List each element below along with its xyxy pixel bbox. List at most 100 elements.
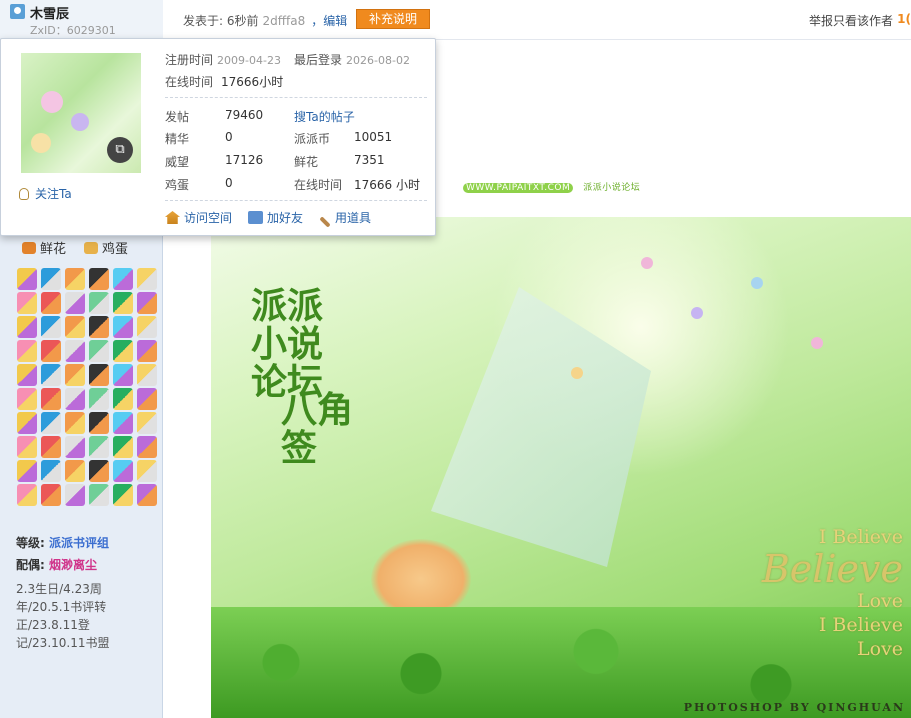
medal-badge-icon[interactable]: [113, 412, 133, 434]
medal-badge-icon[interactable]: [41, 316, 61, 338]
medal-badge-icon[interactable]: [113, 316, 133, 338]
medal-badge-icon[interactable]: [65, 268, 85, 290]
medal-badge-icon[interactable]: [65, 364, 85, 386]
medal-badge-icon[interactable]: [113, 460, 133, 482]
medal-badge-icon[interactable]: [89, 268, 109, 290]
follow-link[interactable]: 关注Ta: [19, 185, 72, 202]
only-author-link[interactable]: 只看该作者: [833, 12, 893, 29]
medal-badge-icon[interactable]: [89, 292, 109, 314]
medal-badge-icon[interactable]: [113, 292, 133, 314]
medal-badge-icon[interactable]: [41, 364, 61, 386]
medal-badge-icon[interactable]: [113, 340, 133, 362]
site-url[interactable]: WWW.PAIPAITXT.COM: [463, 183, 574, 193]
user-avatar[interactable]: ⧉: [21, 53, 141, 173]
tool-icon: [319, 216, 331, 228]
rank-value[interactable]: 派派书评组: [49, 536, 109, 550]
medal-badge-icon[interactable]: [89, 412, 109, 434]
medal-badge-icon[interactable]: [17, 436, 37, 458]
medal-badge-icon[interactable]: [17, 340, 37, 362]
medal-badge-icon[interactable]: [89, 436, 109, 458]
medal-badge-icon[interactable]: [137, 316, 157, 338]
banner-flower: [571, 367, 583, 379]
medal-badge-icon[interactable]: [137, 388, 157, 410]
user-header: 木雪辰 ZxID：6029301: [0, 0, 163, 40]
add-friend-link[interactable]: 加好友: [248, 209, 303, 226]
use-tool-link[interactable]: 用道具: [319, 209, 371, 228]
medal-badge-icon[interactable]: [137, 484, 157, 506]
medal-badge-icon[interactable]: [65, 412, 85, 434]
medal-badge-icon[interactable]: [89, 364, 109, 386]
flower-egg-row: 鲜花 鸡蛋: [22, 238, 128, 257]
medal-badge-icon[interactable]: [65, 292, 85, 314]
flower-button[interactable]: 鲜花: [22, 238, 66, 257]
medal-badge-icon[interactable]: [113, 484, 133, 506]
medal-badge-icon[interactable]: [137, 460, 157, 482]
banner-english-text: I Believe Believe Love I Believe Love: [761, 526, 903, 660]
medal-badge-icon[interactable]: [89, 460, 109, 482]
divider: [165, 97, 427, 98]
medal-badge-icon[interactable]: [65, 460, 85, 482]
egg-value: 0: [225, 176, 233, 190]
user-id: ZxID：6029301: [30, 24, 116, 37]
medal-badge-icon[interactable]: [89, 388, 109, 410]
medal-badge-icon[interactable]: [89, 340, 109, 362]
medal-badge-icon[interactable]: [65, 316, 85, 338]
report-link[interactable]: 举报: [809, 12, 833, 29]
medal-badge-icon[interactable]: [41, 340, 61, 362]
medal-badge-icon[interactable]: [41, 436, 61, 458]
medal-badge-icon[interactable]: [137, 340, 157, 362]
floor-number: 1(: [897, 12, 911, 26]
medal-badge-icon[interactable]: [17, 412, 37, 434]
medal-badge-icon[interactable]: [137, 268, 157, 290]
egg-button[interactable]: 鸡蛋: [84, 238, 128, 257]
signature-strip: WWW.PAIPAITXT.COM 派派小说论坛: [463, 180, 640, 193]
medal-badge-icon[interactable]: [113, 436, 133, 458]
post-topbar: 发表于: 6秒前 2dfffa8 ，编辑 补充说明 举报 只看该作者 1(: [163, 0, 911, 40]
egg-label: 鸡蛋: [165, 178, 190, 192]
medal-badge-icon[interactable]: [113, 388, 133, 410]
prestige-value: 17126: [225, 153, 264, 167]
forum-name[interactable]: 派派小说论坛: [583, 183, 640, 193]
essence-label: 精华: [165, 132, 190, 146]
medal-badge-icon[interactable]: [113, 364, 133, 386]
visit-space-link[interactable]: 访问空间: [165, 209, 232, 226]
medal-badge-icon[interactable]: [65, 340, 85, 362]
user-bio: 2.3生日/4.23周年/20.5.1书评转正/23.8.11登记/23.10.…: [16, 582, 110, 650]
partner-value[interactable]: 烟渺离尘: [49, 558, 97, 572]
home-icon: [165, 211, 180, 224]
medal-badge-icon[interactable]: [41, 292, 61, 314]
medal-badge-icon[interactable]: [137, 364, 157, 386]
medal-badge-icon[interactable]: [65, 388, 85, 410]
edit-link[interactable]: ，编辑: [311, 14, 347, 28]
medal-badge-icon[interactable]: [17, 364, 37, 386]
username-link[interactable]: 木雪辰: [30, 3, 69, 22]
image-search-icon[interactable]: ⧉: [107, 137, 133, 163]
medal-badge-icon[interactable]: [41, 388, 61, 410]
user-icon: [10, 4, 25, 19]
search-posts-link[interactable]: 搜Ta的帖子: [294, 108, 355, 125]
medal-badge-icon[interactable]: [137, 412, 157, 434]
coin-label: 派派币: [294, 132, 331, 146]
medal-badge-icon[interactable]: [89, 316, 109, 338]
medal-badge-icon[interactable]: [113, 268, 133, 290]
medal-badge-icon[interactable]: [17, 484, 37, 506]
medal-badge-icon[interactable]: [17, 460, 37, 482]
medal-badge-icon[interactable]: [17, 292, 37, 314]
medal-badge-icon[interactable]: [89, 484, 109, 506]
essence-value: 0: [225, 130, 233, 144]
medal-badge-icon[interactable]: [65, 484, 85, 506]
supplement-button[interactable]: 补充说明: [356, 9, 430, 29]
medal-badge-icon[interactable]: [41, 412, 61, 434]
medal-badge-icon[interactable]: [41, 460, 61, 482]
banner-calligraphy: 派派 小说 论坛 八角签: [251, 285, 354, 469]
medal-badge-icon[interactable]: [65, 436, 85, 458]
medal-badge-icon[interactable]: [17, 388, 37, 410]
medal-badge-icon[interactable]: [41, 268, 61, 290]
bulb-icon: [19, 188, 29, 200]
medal-badge-icon[interactable]: [17, 316, 37, 338]
medal-badge-icon[interactable]: [41, 484, 61, 506]
medal-badge-icon[interactable]: [17, 268, 37, 290]
medal-badge-icon[interactable]: [137, 436, 157, 458]
medal-badge-icon[interactable]: [137, 292, 157, 314]
partner-line: 配偶: 烟渺离尘: [16, 558, 98, 572]
